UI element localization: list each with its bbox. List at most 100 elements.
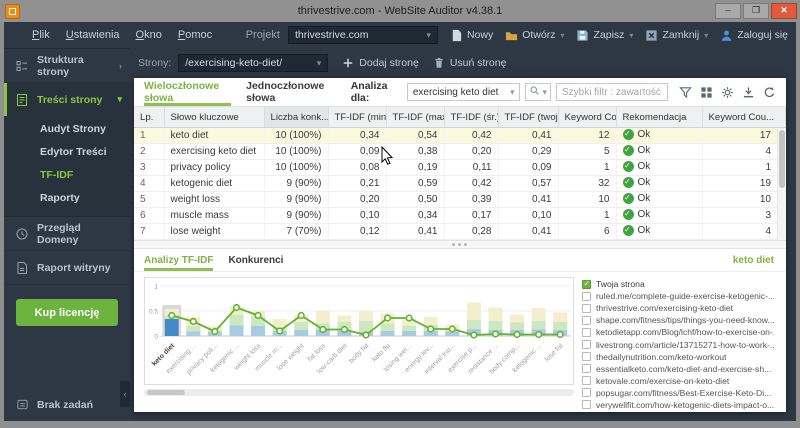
action-otworz[interactable]: Otwórz ▾: [505, 29, 564, 42]
legend-item[interactable]: Twoja strona: [582, 278, 774, 290]
tab-jednocz-onowe-s-owa[interactable]: Jednoczłonowe słowa: [246, 78, 336, 106]
window-titlebar: thrivestrive.com - WebSite Auditor v4.38…: [0, 0, 800, 23]
delete-page-button[interactable]: Usuń stronę: [433, 57, 506, 69]
buy-license-button[interactable]: Kup licencję: [16, 299, 118, 326]
export-button[interactable]: [740, 84, 757, 101]
menu-item-ustawienia[interactable]: Ustawienia: [66, 29, 120, 41]
close-button[interactable]: ✕: [771, 3, 797, 19]
cell-keyword_count2: 4: [702, 143, 786, 160]
table-row[interactable]: 2 exercising keto diet 10 (100%) 0,09 0,38 0,…: [134, 143, 786, 160]
sidebar-item-audyt-strony[interactable]: Audyt Strony: [4, 118, 130, 141]
sidebar-item-tf-idf[interactable]: TF-IDF: [4, 164, 130, 187]
cell-recommendation: Ok: [616, 127, 703, 144]
checkbox-unchecked[interactable]: [582, 364, 591, 374]
column-header-liczba-konk[interactable]: Liczba konk...▼: [264, 107, 329, 128]
table-row[interactable]: 7lose weight7 (70%)0,120,410,280,416Ok4: [134, 223, 786, 240]
menu-item-pomoc[interactable]: Pomoc: [178, 29, 212, 41]
checkbox-unchecked[interactable]: [582, 400, 591, 410]
pages-label: Strony:: [138, 57, 172, 69]
column-header-tf-idf-min[interactable]: TF-IDF (min.): [328, 107, 387, 128]
checkbox-unchecked[interactable]: [582, 340, 591, 350]
checkbox-unchecked[interactable]: [582, 352, 591, 362]
menubar: Plik Ustawienia Okno Pomoc Projekt thrivest…: [4, 22, 796, 48]
legend-item[interactable]: essentialketo.com/keto-diet-and-exercise…: [582, 363, 774, 375]
sidebar-item-label: Raport witryny: [37, 261, 111, 274]
tfidf-chart-svg: 00.51keto dietexercising ...privacy poli…: [149, 283, 572, 376]
legend-item[interactable]: livestrong.com/article/13715271-how-to-w…: [582, 338, 774, 350]
column-header-tf-idf-twoja[interactable]: TF-IDF (twoja ...: [498, 107, 559, 128]
legend-item[interactable]: popsugar.com/fitness/Best-Exercise-Keto-…: [582, 387, 774, 399]
filter-button[interactable]: [677, 84, 694, 101]
check-icon: [622, 208, 634, 220]
table-row[interactable]: 4 ketogenic diet 9 (90%) 0,21 0,59 0,42 0,57 32…: [134, 175, 786, 192]
tfidf-chart[interactable]: 0 0.5 1 keto diet exercising ... privacy poli…: [144, 277, 574, 385]
checkbox-checked[interactable]: [582, 279, 591, 289]
project-select[interactable]: thrivestrive.com ▾: [287, 26, 438, 44]
column-header-s-owo-kluczowe[interactable]: Słowo kluczowe: [164, 107, 265, 128]
refresh-button[interactable]: [761, 84, 778, 101]
action-zamknij[interactable]: Zamknij ▾: [645, 29, 708, 42]
chart-horizontal-scrollbar[interactable]: [144, 389, 574, 396]
table-row[interactable]: 1keto diet10 (100%)0,340,540,420,4112 Ok 1…: [134, 127, 786, 144]
cell-tfidf_your: 0,41: [498, 223, 559, 240]
collapse-sidebar-toggle[interactable]: ‹: [120, 381, 130, 407]
column-header-tf-idf-sr[interactable]: TF-IDF (śr.): [444, 107, 499, 128]
maximize-button[interactable]: ❐: [743, 3, 769, 19]
legend-item[interactable]: thedailynutrition.com/keto-workout: [582, 351, 774, 363]
legend-item[interactable]: shape.com/fitness/tips/things-you-need-k…: [582, 314, 774, 326]
column-header-lp[interactable]: Lp.: [134, 107, 165, 128]
action-zaloguj-sie[interactable]: Zaloguj się: [720, 29, 788, 42]
add-page-button[interactable]: Dodaj stronę: [342, 57, 419, 69]
login-icon: [720, 29, 733, 42]
scrollbar-thumb[interactable]: [779, 130, 785, 188]
panel-splitter[interactable]: [134, 240, 786, 249]
checkbox-unchecked[interactable]: [582, 303, 591, 313]
minimize-button[interactable]: –: [715, 3, 741, 19]
cell-keyword_count: 6: [558, 223, 617, 240]
menu-item-okno[interactable]: Okno: [136, 29, 162, 41]
table-vertical-scrollbar[interactable]: [777, 128, 786, 240]
sidebar-item-raporty[interactable]: Raporty: [4, 187, 130, 210]
column-header-keyword-cou[interactable]: Keyword Cou...: [558, 107, 617, 128]
settings-button[interactable]: [719, 84, 736, 101]
analysis-keyword-select[interactable]: exercising keto diet ▾: [406, 83, 521, 101]
sidebar-item-przeglad-domeny[interactable]: Przegląd Domeny: [4, 217, 130, 251]
table-row[interactable]: 6muscle mass9 (90%)0,100,340,170,101Ok3: [134, 207, 786, 224]
legend-item[interactable]: thrivestrive.com/exercising-keto-diet: [582, 302, 774, 314]
sidebar-item-struktura-strony[interactable]: Struktura strony ›: [4, 49, 130, 83]
tab-analizy-tf-idf[interactable]: Analizy TF-IDF: [144, 249, 214, 271]
column-header-rekomendacja[interactable]: Rekomendacja: [616, 107, 703, 128]
search-mode-select[interactable]: ▾: [525, 83, 551, 101]
chevron-down-icon: ▾: [426, 29, 431, 40]
action-zapisz[interactable]: Zapisz ▾: [576, 29, 633, 42]
table-row[interactable]: 5weight loss9 (90%)0,200,500,390,4110Ok1…: [134, 191, 786, 208]
tab-wielocz-onowe-s-owa[interactable]: Wieloczłonowe słowa: [144, 78, 232, 106]
column-header-keyword-cou[interactable]: Keyword Cou...: [702, 107, 786, 128]
column-header-tf-idf-max[interactable]: TF-IDF (max.): [386, 107, 445, 128]
checkbox-unchecked[interactable]: [582, 291, 591, 301]
pages-toolbar: Strony: /exercising-keto-diet/ ▾ Dodaj s…: [130, 48, 796, 78]
checkbox-unchecked[interactable]: [582, 315, 591, 325]
legend-label: essentialketo.com/keto-diet-and-exercise…: [596, 363, 772, 374]
checkbox-unchecked[interactable]: [582, 327, 591, 337]
checkbox-unchecked[interactable]: [582, 388, 591, 398]
sidebar-item-edytor-tresci[interactable]: Edytor Treści: [4, 141, 130, 164]
tab-konkurenci[interactable]: Konkurenci: [228, 249, 283, 271]
legend-item[interactable]: ruled.me/complete-guide-exercise-ketogen…: [582, 290, 774, 302]
legend-item[interactable]: verywellfit.com/how-ketogenic-diets-impa…: [582, 399, 774, 411]
cell-recommendation: Ok: [616, 143, 703, 160]
page-select[interactable]: /exercising-keto-diet/ ▾: [178, 54, 329, 72]
check-icon: [622, 192, 634, 204]
checkbox-unchecked[interactable]: [582, 376, 591, 386]
quick-filter-input[interactable]: [556, 83, 668, 101]
legend-item[interactable]: ketodietapp.com/Blog/lchf/how-to-exercis…: [582, 326, 774, 338]
table-row[interactable]: 3 privacy policy 10 (100%) 0,08 0,19 0,11 0,09…: [134, 159, 786, 176]
menu-item-plik[interactable]: Plik: [32, 29, 50, 41]
scrollbar-thumb[interactable]: [147, 390, 185, 395]
columns-button[interactable]: [698, 84, 715, 101]
sidebar-item-tresci-strony[interactable]: Treści strony ▾: [4, 83, 130, 116]
sidebar-item-raport-witryny[interactable]: Raport witryny: [4, 251, 130, 285]
report-icon: [15, 261, 29, 275]
action-nowy[interactable]: Nowy: [450, 29, 493, 42]
legend-item[interactable]: ketovale.com/exercise-on-keto-diet: [582, 375, 774, 387]
